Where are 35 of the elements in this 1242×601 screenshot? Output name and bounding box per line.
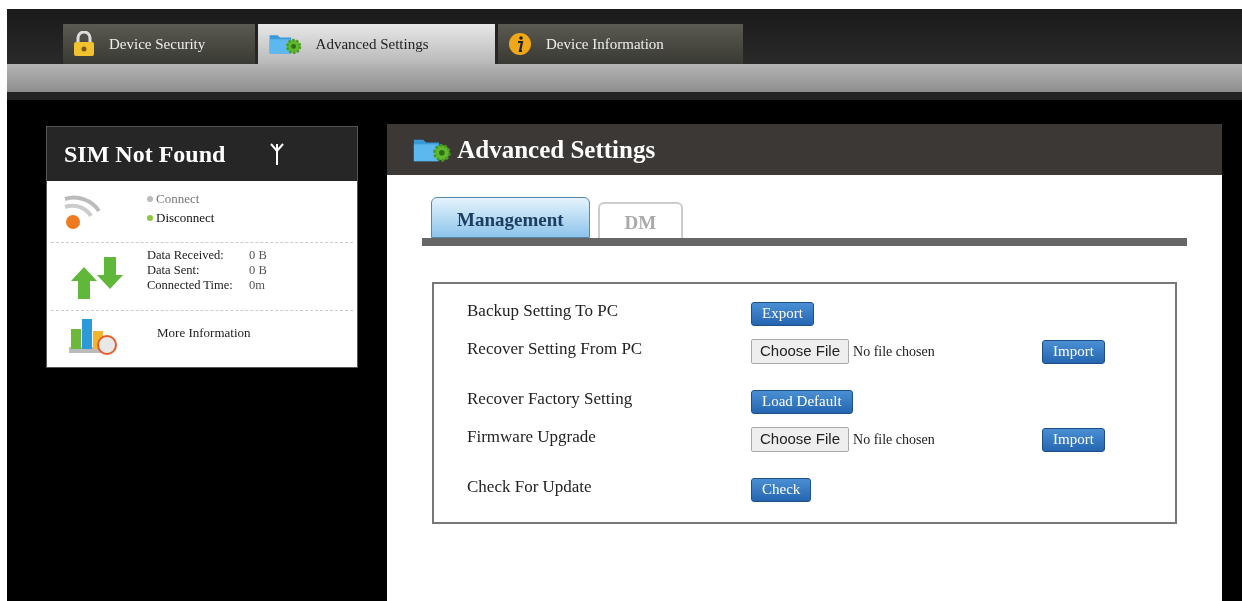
choose-file-button[interactable]: Choose File xyxy=(751,339,850,364)
import-button[interactable]: Import xyxy=(1042,339,1105,364)
bar-chart-icon xyxy=(67,317,119,355)
stat-label: Connected Time: xyxy=(147,278,234,293)
setting-label: Firmware Upgrade xyxy=(467,425,597,448)
info-icon xyxy=(508,32,532,56)
section-tab[interactable]: Management xyxy=(431,197,590,238)
action-button[interactable]: Check xyxy=(751,477,812,502)
panel-title: Advanced Settings xyxy=(457,134,656,165)
stat-label: Data Received: xyxy=(147,248,225,263)
file-status: No file chosen xyxy=(853,431,936,449)
import-button[interactable]: Import xyxy=(1042,427,1105,452)
choose-file-button[interactable]: Choose File xyxy=(751,427,850,452)
action-button[interactable]: Load Default xyxy=(751,389,853,414)
more-information-link[interactable]: More Information xyxy=(157,323,251,367)
file-status: No file chosen xyxy=(853,343,936,361)
folder-gear-icon xyxy=(268,32,302,56)
top-tab[interactable]: Device Security xyxy=(63,24,255,64)
antenna-icon xyxy=(270,142,285,166)
setting-label: Check For Update xyxy=(467,475,593,498)
connection-option[interactable]: Connect xyxy=(156,189,200,208)
setting-label: Backup Setting To PC xyxy=(467,299,620,322)
stat-value: 0 B xyxy=(249,248,267,263)
sim-status-title: SIM Not Found xyxy=(64,140,226,169)
top-tab[interactable]: Device Information xyxy=(498,24,743,64)
connection-option[interactable]: Disconnect xyxy=(156,208,215,227)
transfer-arrows-icon xyxy=(71,257,123,299)
stat-label: Data Sent: xyxy=(147,263,201,278)
top-tab[interactable]: Advanced Settings xyxy=(258,24,495,64)
setting-label: Recover Setting From PC xyxy=(467,337,644,360)
stat-value: 0 B xyxy=(249,263,267,278)
setting-label: Recover Factory Setting xyxy=(467,387,634,410)
stat-value: 0m xyxy=(249,278,265,293)
action-button[interactable]: Export xyxy=(751,301,814,326)
padlock-icon xyxy=(73,31,95,57)
